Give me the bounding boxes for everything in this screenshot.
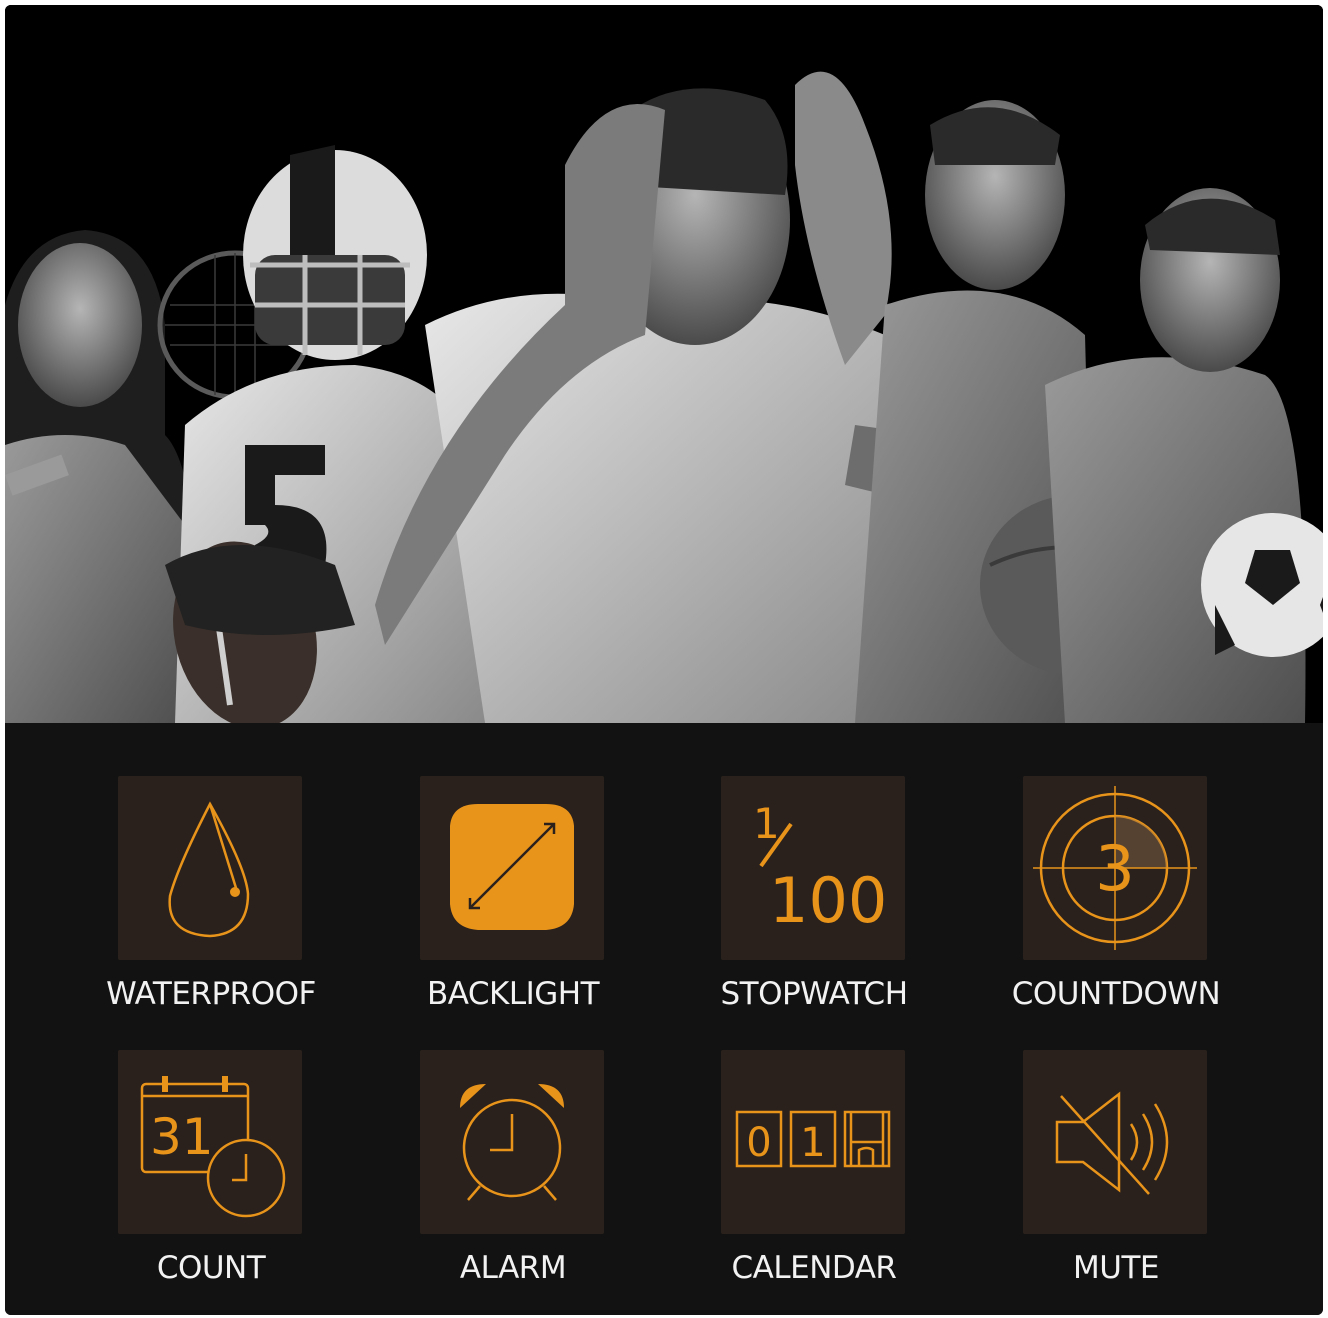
countdown-target-icon: 3 <box>1033 786 1197 950</box>
alarm-clock-icon <box>460 1084 564 1201</box>
water-drop-icon <box>168 801 250 938</box>
feature-label: CALENDAR <box>731 1250 897 1286</box>
date-flip-icon: 0 1 <box>735 1110 891 1168</box>
feature-tile: 1 100 <box>721 776 905 960</box>
calendar-digit-0: 0 <box>746 1120 771 1166</box>
feature-countdown: 3 COUNTDOWN <box>966 776 1266 1036</box>
speaker-mute-icon <box>1055 1091 1169 1195</box>
stopwatch-glyph-top: 1 <box>753 799 780 848</box>
feature-tile <box>118 776 302 960</box>
athletes-illustration <box>5 5 1323 723</box>
feature-alarm: ALARM <box>363 1050 663 1310</box>
calendar-clock-icon: 31 <box>140 1076 286 1218</box>
features-grid: WATERPROOF BACKLIGHT 1 100 STOPWATCH 3 C… <box>5 723 1323 1315</box>
feature-count: 31 COUNT <box>61 1050 361 1310</box>
athletes-hero-image <box>5 5 1323 723</box>
feature-label: COUNTDOWN <box>1011 976 1221 1012</box>
feature-label: COUNT <box>156 1250 266 1286</box>
feature-label: WATERPROOF <box>106 976 316 1012</box>
feature-calendar: 0 1 CALENDAR <box>664 1050 964 1310</box>
countdown-glyph: 3 <box>1095 832 1134 905</box>
backlight-screen-icon <box>450 804 574 930</box>
product-feature-card: WATERPROOF BACKLIGHT 1 100 STOPWATCH 3 C… <box>5 5 1323 1315</box>
feature-label: BACKLIGHT <box>426 976 600 1012</box>
feature-stopwatch: 1 100 STOPWATCH <box>664 776 964 1036</box>
feature-label: MUTE <box>1073 1250 1159 1286</box>
feature-tile: 31 <box>118 1050 302 1234</box>
feature-mute: MUTE <box>966 1050 1266 1310</box>
feature-backlight: BACKLIGHT <box>363 776 663 1036</box>
hundredth-second-icon: 1 100 <box>753 799 887 937</box>
feature-label: STOPWATCH <box>720 976 908 1012</box>
feature-label: ALARM <box>459 1250 567 1286</box>
feature-tile <box>1023 1050 1207 1234</box>
feature-tile <box>420 776 604 960</box>
feature-tile: 0 1 <box>721 1050 905 1234</box>
feature-tile <box>420 1050 604 1234</box>
calendar-digit-1: 1 <box>800 1120 825 1166</box>
count-glyph: 31 <box>150 1108 214 1166</box>
feature-waterproof: WATERPROOF <box>61 776 361 1036</box>
feature-tile: 3 <box>1023 776 1207 960</box>
stopwatch-glyph-main: 100 <box>769 864 887 937</box>
